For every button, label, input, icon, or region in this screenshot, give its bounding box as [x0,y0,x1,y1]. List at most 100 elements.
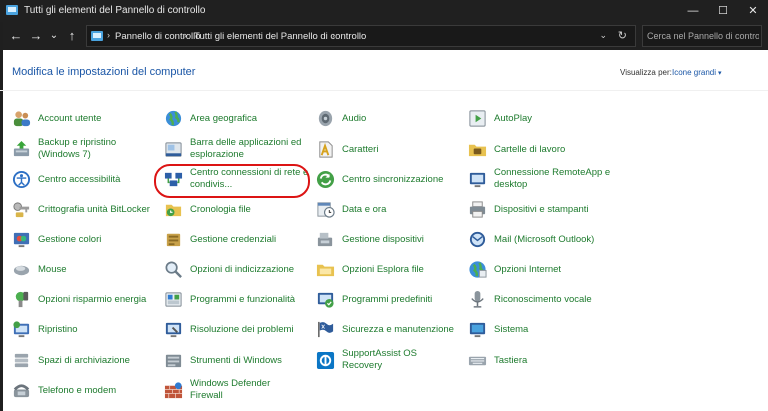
close-button[interactable]: ✕ [738,0,768,22]
recent-locations-button[interactable]: ⌄ [44,26,64,46]
breadcrumb-separator[interactable]: › [184,30,187,40]
refresh-icon[interactable]: ↻ [618,29,627,42]
item-label: Programmi e funzionalità [190,294,296,305]
key-icon [13,202,30,218]
printer-icon [469,201,486,218]
item-label: Ripristino [38,324,78,335]
item-label: Programmi predefiniti [342,294,433,305]
item-barra-applicazioni[interactable]: Barra delle applicazioni ed esplorazione [164,136,314,166]
item-audio[interactable]: Audio [316,105,456,135]
item-telefono-modem[interactable]: Telefono e modem [12,377,152,407]
view-by-dropdown[interactable]: Icone grandi ▾ [672,68,722,77]
item-opzioni-internet[interactable]: Opzioni Internet [468,256,608,286]
item-label: Mouse [38,264,67,275]
item-data-ora[interactable]: Data e ora [316,196,456,226]
item-label: Area geografica [190,113,258,124]
item-account-utente[interactable]: Account utente [12,105,152,135]
item-label: Backup e ripristino (Windows 7) [38,137,117,160]
control-panel-icon [6,5,18,15]
item-label: Opzioni di indicizzazione [190,264,295,275]
power-icon [15,291,29,308]
forward-button[interactable]: → [26,26,46,46]
item-supportassist[interactable]: SupportAssist OS Recovery [316,347,456,377]
item-autoplay[interactable]: AutoPlay [468,105,608,135]
file-history-icon [165,204,182,217]
item-cartelle-lavoro[interactable]: Cartelle di lavoro [468,136,608,166]
item-programmi-predefiniti[interactable]: Programmi predefiniti [316,286,456,316]
item-label: Telefono e modem [38,385,117,396]
item-label: AutoPlay [494,113,533,124]
item-strumenti-windows[interactable]: Strumenti di Windows [164,347,304,377]
item-gestione-credenziali[interactable]: Gestione credenziali [164,226,304,256]
item-risparmio-energia[interactable]: Opzioni risparmio energia [12,286,152,316]
maximize-button[interactable]: ☐ [708,0,738,22]
sync-icon [316,170,335,189]
up-button[interactable]: ↑ [62,26,82,46]
speaker-icon [318,110,333,127]
taskbar-icon [165,142,182,157]
item-programmi-funzionalita[interactable]: Programmi e funzionalità [164,286,304,316]
programs-icon [165,292,182,307]
item-cronologia-file[interactable]: Cronologia file [164,196,304,226]
flag-icon [318,321,334,338]
troubleshoot-icon [165,322,182,338]
item-windows-firewall[interactable]: Windows Defender Firewall [164,377,304,407]
window-title: Tutti gli elementi del Pannello di contr… [24,5,206,16]
item-risoluzione-problemi[interactable]: Risoluzione dei problemi [164,316,304,346]
tools-icon [165,354,182,368]
view-by-value[interactable]: Icone grandi [672,68,716,77]
item-label: Cronologia file [190,204,251,215]
minimize-button[interactable]: — [678,0,708,22]
firewall-icon [164,382,183,399]
breadcrumb-separator[interactable]: › [332,30,335,40]
item-label: Gestione colori [38,234,102,245]
item-opzioni-indicizzazione[interactable]: Opzioni di indicizzazione [164,256,304,286]
breadcrumb-separator[interactable]: › [107,30,110,40]
item-label: Connessione RemoteApp e desktop [494,167,611,190]
item-label: Opzioni Internet [494,264,562,275]
item-area-geografica[interactable]: Area geografica [164,105,304,135]
item-label: Risoluzione dei problemi [190,324,294,335]
item-caratteri[interactable]: Caratteri [316,136,456,166]
item-centro-accessibilita[interactable]: Centro accessibilità [12,166,152,196]
item-riconoscimento-vocale[interactable]: Riconoscimento vocale [468,286,608,316]
item-label: Gestione dispositivi [342,234,424,245]
item-mail[interactable]: Mail (Microsoft Outlook) [468,226,608,256]
address-bar[interactable]: › Pannello di controllo › Tutti gli elem… [86,25,636,47]
item-label: Spazi di archiviazione [38,355,130,366]
item-label: Centro sincronizzazione [342,174,444,185]
item-label: Mail (Microsoft Outlook) [494,234,595,245]
breadcrumb-all-items[interactable]: Tutti gli elementi del Pannello di contr… [194,31,366,42]
recovery-icon [13,321,30,338]
item-label: Tastiera [494,355,528,366]
backup-icon [13,140,30,157]
item-remoteapp[interactable]: Connessione RemoteApp e desktop [468,166,618,196]
system-icon [469,322,486,338]
item-opzioni-esplora-file[interactable]: Opzioni Esplora file [316,256,456,286]
back-button[interactable]: ← [6,26,26,46]
search-box[interactable] [642,25,762,47]
item-mouse[interactable]: Mouse [12,256,152,286]
device-manager-icon [317,232,333,247]
address-dropdown-icon[interactable]: ⌄ [599,30,607,41]
item-label: Sistema [494,324,529,335]
item-backup-ripristino[interactable]: Backup e ripristino (Windows 7) [12,136,152,166]
chevron-down-icon[interactable]: ▾ [718,70,722,77]
item-ripristino[interactable]: Ripristino [12,316,152,346]
item-centro-sincronizzazione[interactable]: Centro sincronizzazione [316,166,456,196]
users-icon [13,111,31,127]
item-spazi-archiviazione[interactable]: Spazi di archiviazione [12,347,152,377]
item-sistema[interactable]: Sistema [468,316,608,346]
internet-icon [469,261,487,278]
item-sicurezza-manutenzione[interactable]: Sicurezza e manutenzione [316,316,466,346]
item-bitlocker[interactable]: Crittografia unità BitLocker [12,196,152,226]
highlight-annotation [154,164,310,198]
mouse-icon [13,265,30,276]
keyboard-icon [468,356,487,366]
search-input[interactable] [647,29,759,43]
item-dispositivi-stampanti[interactable]: Dispositivi e stampanti [468,196,608,226]
breadcrumb-control-panel[interactable]: Pannello di controllo [115,31,201,42]
item-gestione-colori[interactable]: Gestione colori [12,226,152,256]
item-tastiera[interactable]: Tastiera [468,347,608,377]
item-gestione-dispositivi[interactable]: Gestione dispositivi [316,226,456,256]
